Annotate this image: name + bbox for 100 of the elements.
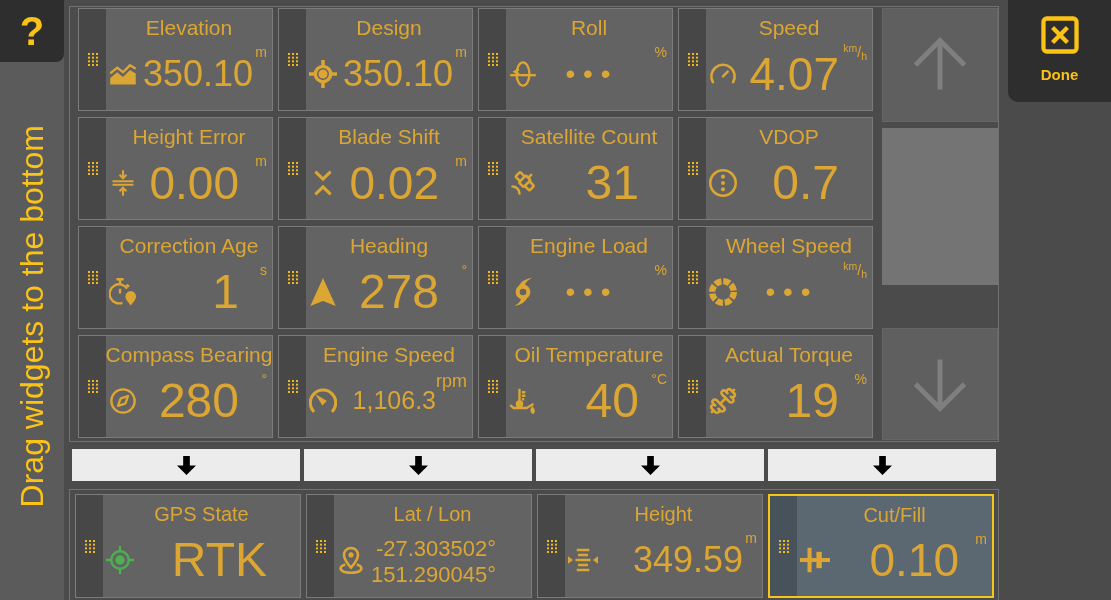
- widget-card[interactable]: Correction Age 1 s: [78, 226, 273, 329]
- widget-card[interactable]: Blade Shift 0.02 m: [278, 117, 473, 220]
- map-pin-icon: [337, 546, 365, 574]
- drag-handle[interactable]: [279, 336, 306, 437]
- widget-card[interactable]: Height Error 0.00 m: [78, 117, 273, 220]
- vertical-dots-circle-icon: [709, 168, 737, 197]
- widget-card[interactable]: VDOP 0.7: [678, 117, 873, 220]
- stopwatch-pin-icon: [109, 277, 137, 306]
- grip-dots-icon: [546, 539, 557, 553]
- drag-handle[interactable]: [479, 9, 506, 110]
- scroll-up-button[interactable]: [882, 8, 998, 122]
- scroll-down-button[interactable]: [882, 328, 998, 440]
- widget-title: Engine Load: [530, 233, 648, 259]
- drag-handle[interactable]: [479, 227, 506, 328]
- grip-dots-icon: [687, 380, 698, 393]
- widget-value: 280: [158, 376, 239, 425]
- widget-title: Actual Torque: [725, 342, 853, 368]
- grip-dots-icon: [287, 271, 298, 284]
- grip-dots-icon: [87, 162, 98, 175]
- drag-handle[interactable]: [479, 336, 506, 437]
- widget-title: Correction Age: [119, 233, 259, 259]
- widget-card[interactable]: Oil Temperature 40 °C: [478, 335, 673, 438]
- drag-handle[interactable]: [679, 336, 706, 437]
- gauge-icon: [309, 386, 337, 415]
- drag-handle[interactable]: [307, 495, 334, 597]
- drag-handle[interactable]: [679, 227, 706, 328]
- widget-value: • • •: [765, 277, 811, 306]
- grip-dots-icon: [487, 162, 498, 175]
- grip-dots-icon: [87, 271, 98, 284]
- widget-card[interactable]: Engine Load • • • %: [478, 226, 673, 329]
- coordinate-value: -27.303502°: [375, 536, 496, 562]
- widget-value: 31: [585, 158, 639, 207]
- widget-value: 350.10: [342, 55, 453, 92]
- grip-dots-icon: [687, 271, 698, 284]
- widget-value: 1,106.3: [352, 388, 436, 413]
- drag-handle[interactable]: [79, 227, 106, 328]
- coordinate-value: 151.290045°: [370, 562, 496, 588]
- widget-value: 4.07: [749, 50, 839, 97]
- widget-unit: m: [745, 531, 757, 545]
- widget-card[interactable]: Cut/Fill 0.10 m: [768, 494, 994, 598]
- drag-handle[interactable]: [479, 118, 506, 219]
- widget-unit: m: [255, 154, 267, 168]
- widget-unit: s: [260, 263, 267, 277]
- done-button[interactable]: Done: [1008, 0, 1111, 102]
- grip-dots-icon: [84, 539, 95, 553]
- widget-title: Roll: [570, 15, 608, 41]
- widget-title: Satellite Count: [520, 124, 658, 150]
- grip-dots-icon: [487, 53, 498, 66]
- arrow-down-icon: [640, 455, 660, 475]
- drag-handle[interactable]: [79, 9, 106, 110]
- widget-card[interactable]: Wheel Speed • • • $^{km}$/$_{h}$: [678, 226, 873, 329]
- widget-title: Design: [356, 15, 422, 41]
- chevrons-icon: [314, 168, 332, 197]
- widget-card[interactable]: Engine Speed 1,106.3 rpm: [278, 335, 473, 438]
- widget-card[interactable]: GPS State RTK: [75, 494, 301, 598]
- widget-title: Lat / Lon: [393, 502, 472, 527]
- grip-dots-icon: [315, 539, 326, 553]
- close-icon: [1040, 16, 1079, 54]
- widget-title: Cut/Fill: [863, 503, 926, 528]
- drag-handle[interactable]: [79, 118, 106, 219]
- dumbbell-icon: [709, 386, 737, 415]
- grip-dots-icon: [778, 539, 789, 553]
- drag-handle[interactable]: [79, 336, 106, 437]
- drag-handle[interactable]: [770, 496, 797, 596]
- widget-card[interactable]: Heading 278 °: [278, 226, 473, 329]
- widget-card[interactable]: Satellite Count 31: [478, 117, 673, 220]
- drag-handle[interactable]: [679, 118, 706, 219]
- widget-card[interactable]: Lat / Lon -27.303502° 151.290045°: [306, 494, 532, 598]
- height-lines-icon: [568, 548, 598, 572]
- terrain-chart-icon: [109, 62, 137, 85]
- widget-card[interactable]: Compass Bearing 280 °: [78, 335, 273, 438]
- drag-handle[interactable]: [279, 9, 306, 110]
- widget-unit: %: [854, 372, 867, 386]
- rotation-icon: [509, 59, 537, 88]
- widget-card[interactable]: Speed 4.07$^{km}$/$_{h}$: [678, 8, 873, 111]
- arrow-down-icon: [408, 455, 428, 475]
- widget-title: Elevation: [145, 15, 233, 41]
- widget-value: 0.7: [772, 158, 839, 207]
- widget-value: • • •: [565, 277, 611, 306]
- cyclone-icon: [512, 277, 534, 306]
- help-button[interactable]: ?: [0, 0, 64, 62]
- plus-bar-icon: [800, 547, 830, 573]
- drag-handle[interactable]: [679, 9, 706, 110]
- scrollbar-thumb[interactable]: [882, 128, 998, 285]
- widget-value: RTK: [171, 536, 267, 584]
- widget-title: Oil Temperature: [514, 342, 664, 368]
- widget-unit: $^{km}$/$_{h}$: [843, 45, 867, 59]
- crosshair-icon: [309, 59, 337, 88]
- drag-handle[interactable]: [538, 495, 565, 597]
- target-icon: [106, 546, 134, 574]
- widget-card[interactable]: Actual Torque 19 %: [678, 335, 873, 438]
- drag-handle[interactable]: [279, 118, 306, 219]
- widget-unit: $^{km}$/$_{h}$: [843, 263, 867, 277]
- grip-dots-icon: [287, 162, 298, 175]
- drag-handle[interactable]: [279, 227, 306, 328]
- widget-value: 0.10: [869, 537, 959, 583]
- widget-unit: °: [461, 263, 467, 277]
- drag-handle[interactable]: [76, 495, 103, 597]
- widget-card[interactable]: Roll • • • %: [478, 8, 673, 111]
- widget-value: 1: [212, 267, 239, 316]
